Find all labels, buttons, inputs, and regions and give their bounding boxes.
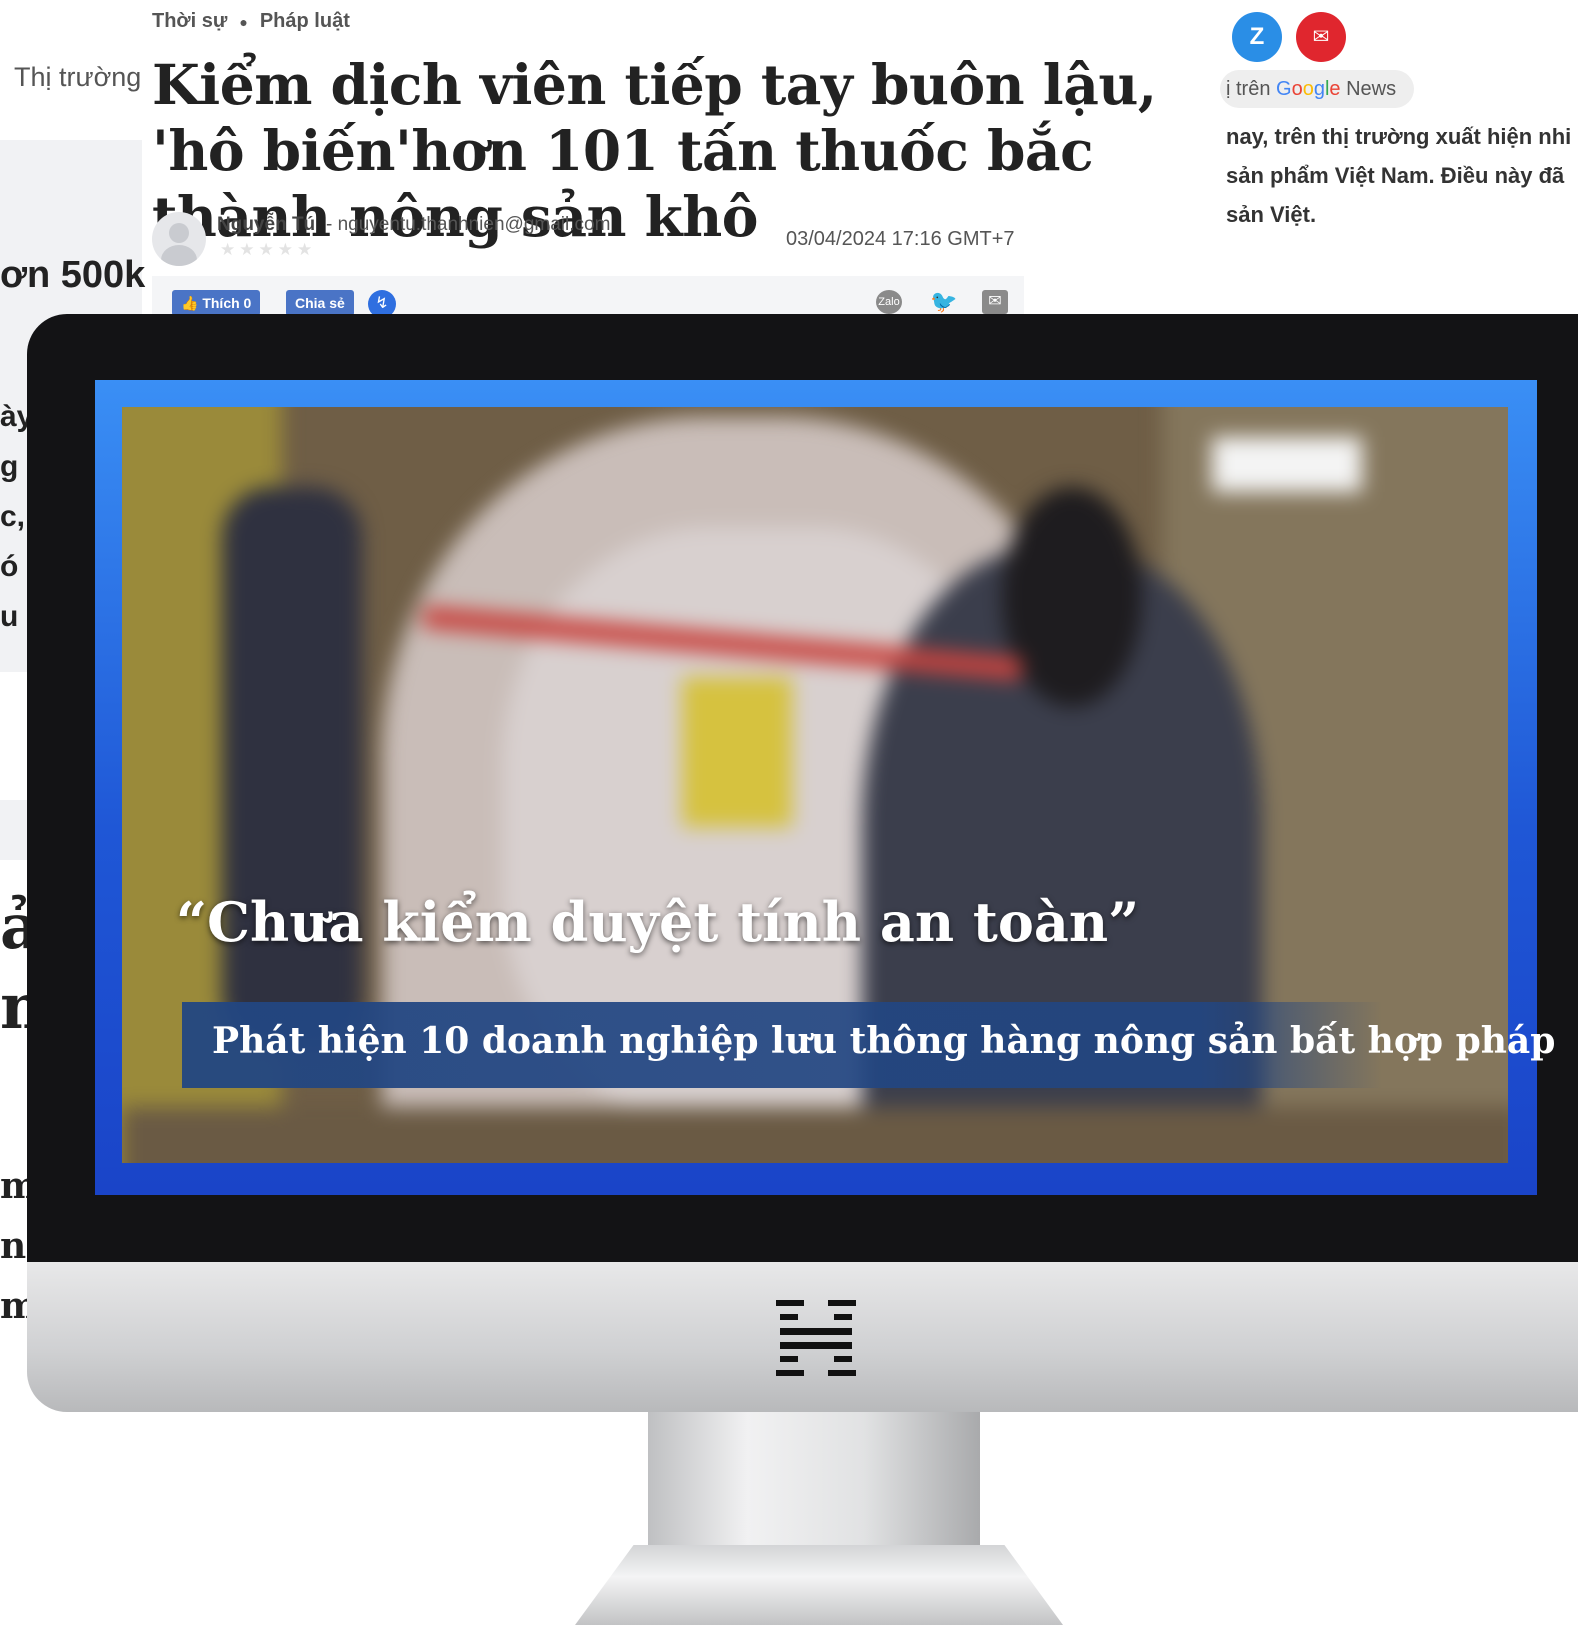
envelope-icon[interactable]: ✉ <box>982 290 1008 314</box>
h-logo-icon <box>776 1300 856 1376</box>
text-fragment: ó <box>0 550 19 583</box>
publish-date: 03/04/2024 17:16 GMT+7 <box>786 228 1015 250</box>
share-button[interactable]: Chia sẻ <box>286 290 354 316</box>
breadcrumb-item-phap-luat[interactable]: Pháp luật <box>260 10 350 32</box>
text-fragment: c, <box>0 500 26 533</box>
google-news-suffix: News <box>1346 78 1397 100</box>
breadcrumb: Thời sự ● Pháp luật <box>152 10 350 33</box>
article-excerpt-line: sản Việt. <box>1226 202 1317 227</box>
price-fragment: ơn 500k <box>0 254 146 296</box>
mail-icon[interactable]: ✉ <box>1296 12 1346 62</box>
rating-stars[interactable]: ★★★★★ <box>220 240 316 260</box>
text-fragment: u <box>0 600 19 633</box>
text-fragment: n <box>0 1225 27 1267</box>
thumbs-up-icon: 👍 <box>181 295 199 311</box>
category-label: Thị trường <box>14 62 142 92</box>
zalo-icon[interactable]: Z <box>1232 12 1282 62</box>
google-logo-text: Google <box>1276 78 1341 100</box>
author-name[interactable]: Nguyễn Tú <box>217 214 315 236</box>
like-button[interactable]: 👍 Thích 0 <box>172 290 261 316</box>
like-label: Thích 0 <box>202 295 252 311</box>
article-excerpt-line: nay, trên thị trường xuất hiện nhi <box>1226 124 1572 149</box>
monitor-stand-base <box>575 1545 1063 1625</box>
video-caption: Phát hiện 10 doanh nghiệp lưu thông hàng… <box>212 1020 1556 1062</box>
author-avatar <box>152 212 206 266</box>
breadcrumb-item-thoi-su[interactable]: Thời sự <box>152 10 227 32</box>
article-excerpt-line: sản phẩm Việt Nam. Điều này đã <box>1226 163 1565 188</box>
author-email: - nguyentu.thanhnien@gmail.com <box>326 214 611 235</box>
zalo-share-icon[interactable]: Zalo <box>876 290 902 314</box>
google-news-prefix: ị trên <box>1226 78 1271 100</box>
text-fragment: g <box>0 450 19 483</box>
monitor-stand-neck <box>648 1412 980 1547</box>
google-news-button[interactable]: ị trên Google News <box>1220 70 1415 108</box>
breadcrumb-separator: ● <box>239 13 248 30</box>
twitter-icon[interactable]: 🐦 <box>930 290 957 314</box>
video-quote: “Chưa kiểm duyệt tính an toàn” <box>176 890 1140 954</box>
